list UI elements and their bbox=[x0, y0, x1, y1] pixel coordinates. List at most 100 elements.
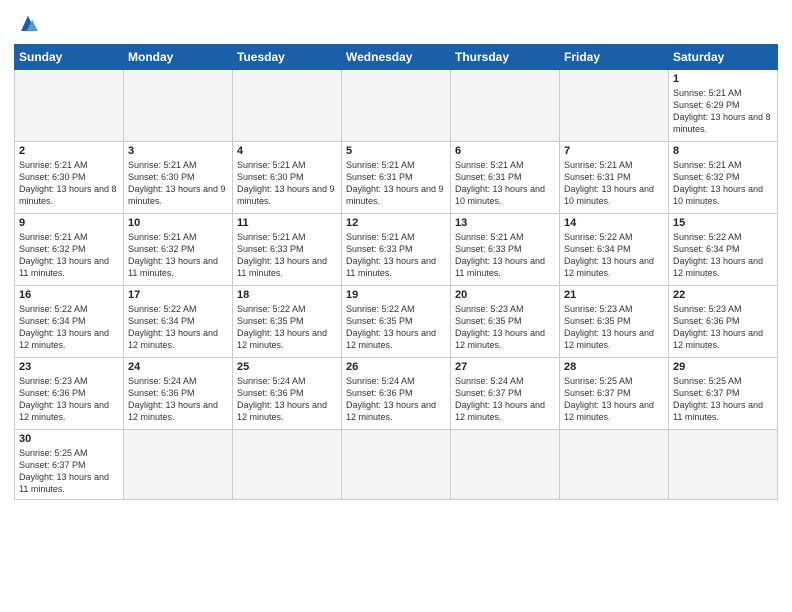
calendar-table: SundayMondayTuesdayWednesdayThursdayFrid… bbox=[14, 44, 778, 500]
calendar-cell bbox=[124, 70, 233, 142]
day-info: Sunrise: 5:22 AM Sunset: 6:34 PM Dayligh… bbox=[128, 303, 228, 352]
calendar-cell bbox=[233, 430, 342, 500]
day-info: Sunrise: 5:21 AM Sunset: 6:30 PM Dayligh… bbox=[237, 159, 337, 208]
calendar-cell: 15Sunrise: 5:22 AM Sunset: 6:34 PM Dayli… bbox=[669, 214, 778, 286]
calendar-cell: 16 Sunrise: 5:22 AM Sunset: 6:34 PM Dayli… bbox=[15, 286, 124, 358]
calendar-cell: 28 Sunrise: 5:25 AM Sunset: 6:37 PM Dayli… bbox=[560, 358, 669, 430]
calendar-week-row: 9Sunrise: 5:21 AM Sunset: 6:32 PM Daylig… bbox=[15, 214, 778, 286]
day-info: Sunrise: 5:24 AM Sunset: 6:36 PM Dayligh… bbox=[128, 375, 228, 424]
day-number: 5 bbox=[346, 145, 446, 157]
calendar-cell bbox=[451, 430, 560, 500]
day-number: 7 bbox=[564, 145, 664, 157]
day-info: Sunrise: 5:21 AM Sunset: 6:30 PM Dayligh… bbox=[19, 159, 119, 208]
calendar-week-row: 2 Sunrise: 5:21 AM Sunset: 6:30 PM Daylig… bbox=[15, 142, 778, 214]
calendar-cell: 1 Sunrise: 5:21 AM Sunset: 6:29 PM Daylig… bbox=[669, 70, 778, 142]
day-info: Sunrise: 5:24 AM Sunset: 6:37 PM Dayligh… bbox=[455, 375, 555, 424]
day-info: Sunrise: 5:21 AM Sunset: 6:33 PM Dayligh… bbox=[455, 231, 555, 280]
day-number: 10 bbox=[128, 217, 228, 229]
day-number: 12 bbox=[346, 217, 446, 229]
day-info: Sunrise: 5:22 AM Sunset: 6:34 PM Dayligh… bbox=[19, 303, 119, 352]
day-number: 20 bbox=[455, 289, 555, 301]
day-info: Sunrise: 5:21 AM Sunset: 6:33 PM Dayligh… bbox=[237, 231, 337, 280]
calendar-cell: 13 Sunrise: 5:21 AM Sunset: 6:33 PM Dayli… bbox=[451, 214, 560, 286]
calendar-cell: 27 Sunrise: 5:24 AM Sunset: 6:37 PM Dayli… bbox=[451, 358, 560, 430]
calendar-week-row: 23Sunrise: 5:23 AM Sunset: 6:36 PM Dayli… bbox=[15, 358, 778, 430]
calendar-cell: 2 Sunrise: 5:21 AM Sunset: 6:30 PM Daylig… bbox=[15, 142, 124, 214]
day-info: Sunrise: 5:21 AM Sunset: 6:32 PM Dayligh… bbox=[128, 231, 228, 280]
day-info: Sunrise: 5:21 AM Sunset: 6:29 PM Dayligh… bbox=[673, 87, 773, 136]
calendar-cell: 23Sunrise: 5:23 AM Sunset: 6:36 PM Dayli… bbox=[15, 358, 124, 430]
day-info: Sunrise: 5:24 AM Sunset: 6:36 PM Dayligh… bbox=[237, 375, 337, 424]
weekday-header-tuesday: Tuesday bbox=[233, 45, 342, 70]
day-number: 28 bbox=[564, 361, 664, 373]
day-number: 15 bbox=[673, 217, 773, 229]
calendar-cell: 5Sunrise: 5:21 AM Sunset: 6:31 PM Daylig… bbox=[342, 142, 451, 214]
day-number: 8 bbox=[673, 145, 773, 157]
calendar-cell: 14Sunrise: 5:22 AM Sunset: 6:34 PM Dayli… bbox=[560, 214, 669, 286]
weekday-header-sunday: Sunday bbox=[15, 45, 124, 70]
day-number: 2 bbox=[19, 145, 119, 157]
weekday-header-monday: Monday bbox=[124, 45, 233, 70]
day-number: 25 bbox=[237, 361, 337, 373]
day-info: Sunrise: 5:25 AM Sunset: 6:37 PM Dayligh… bbox=[564, 375, 664, 424]
day-number: 4 bbox=[237, 145, 337, 157]
calendar-cell: 17 Sunrise: 5:22 AM Sunset: 6:34 PM Dayli… bbox=[124, 286, 233, 358]
calendar-cell: 29Sunrise: 5:25 AM Sunset: 6:37 PM Dayli… bbox=[669, 358, 778, 430]
day-number: 18 bbox=[237, 289, 337, 301]
weekday-header-wednesday: Wednesday bbox=[342, 45, 451, 70]
calendar-cell bbox=[451, 70, 560, 142]
calendar-cell: 8 Sunrise: 5:21 AM Sunset: 6:32 PM Daylig… bbox=[669, 142, 778, 214]
calendar-cell: 30Sunrise: 5:25 AM Sunset: 6:37 PM Dayli… bbox=[15, 430, 124, 500]
calendar-cell: 24 Sunrise: 5:24 AM Sunset: 6:36 PM Dayli… bbox=[124, 358, 233, 430]
day-info: Sunrise: 5:23 AM Sunset: 6:35 PM Dayligh… bbox=[455, 303, 555, 352]
day-number: 6 bbox=[455, 145, 555, 157]
day-info: Sunrise: 5:21 AM Sunset: 6:32 PM Dayligh… bbox=[673, 159, 773, 208]
day-info: Sunrise: 5:21 AM Sunset: 6:33 PM Dayligh… bbox=[346, 231, 446, 280]
calendar-cell: 4 Sunrise: 5:21 AM Sunset: 6:30 PM Daylig… bbox=[233, 142, 342, 214]
day-number: 17 bbox=[128, 289, 228, 301]
calendar-cell: 3Sunrise: 5:21 AM Sunset: 6:30 PM Daylig… bbox=[124, 142, 233, 214]
calendar-cell: 21 Sunrise: 5:23 AM Sunset: 6:35 PM Dayli… bbox=[560, 286, 669, 358]
day-number: 23 bbox=[19, 361, 119, 373]
day-number: 11 bbox=[237, 217, 337, 229]
calendar-cell: 9Sunrise: 5:21 AM Sunset: 6:32 PM Daylig… bbox=[15, 214, 124, 286]
day-number: 16 bbox=[19, 289, 119, 301]
calendar-cell: 11 Sunrise: 5:21 AM Sunset: 6:33 PM Dayli… bbox=[233, 214, 342, 286]
calendar-cell: 20 Sunrise: 5:23 AM Sunset: 6:35 PM Dayli… bbox=[451, 286, 560, 358]
day-info: Sunrise: 5:23 AM Sunset: 6:35 PM Dayligh… bbox=[564, 303, 664, 352]
weekday-header-row: SundayMondayTuesdayWednesdayThursdayFrid… bbox=[15, 45, 778, 70]
calendar-cell: 6 Sunrise: 5:21 AM Sunset: 6:31 PM Daylig… bbox=[451, 142, 560, 214]
weekday-header-friday: Friday bbox=[560, 45, 669, 70]
header bbox=[14, 10, 778, 38]
calendar-week-row: 1 Sunrise: 5:21 AM Sunset: 6:29 PM Daylig… bbox=[15, 70, 778, 142]
day-number: 24 bbox=[128, 361, 228, 373]
calendar-cell bbox=[342, 430, 451, 500]
day-number: 1 bbox=[673, 73, 773, 85]
day-number: 29 bbox=[673, 361, 773, 373]
calendar-cell: 25 Sunrise: 5:24 AM Sunset: 6:36 PM Dayli… bbox=[233, 358, 342, 430]
calendar-cell bbox=[124, 430, 233, 500]
page: SundayMondayTuesdayWednesdayThursdayFrid… bbox=[0, 0, 792, 510]
calendar-week-row: 16 Sunrise: 5:22 AM Sunset: 6:34 PM Dayli… bbox=[15, 286, 778, 358]
day-info: Sunrise: 5:21 AM Sunset: 6:32 PM Dayligh… bbox=[19, 231, 119, 280]
calendar-cell bbox=[560, 70, 669, 142]
logo bbox=[14, 10, 46, 38]
weekday-header-saturday: Saturday bbox=[669, 45, 778, 70]
calendar-cell bbox=[15, 70, 124, 142]
calendar-week-row: 30Sunrise: 5:25 AM Sunset: 6:37 PM Dayli… bbox=[15, 430, 778, 500]
day-info: Sunrise: 5:21 AM Sunset: 6:31 PM Dayligh… bbox=[455, 159, 555, 208]
day-number: 21 bbox=[564, 289, 664, 301]
day-number: 14 bbox=[564, 217, 664, 229]
calendar-cell bbox=[560, 430, 669, 500]
day-number: 22 bbox=[673, 289, 773, 301]
day-info: Sunrise: 5:24 AM Sunset: 6:36 PM Dayligh… bbox=[346, 375, 446, 424]
day-number: 27 bbox=[455, 361, 555, 373]
day-info: Sunrise: 5:22 AM Sunset: 6:35 PM Dayligh… bbox=[237, 303, 337, 352]
calendar-cell: 18 Sunrise: 5:22 AM Sunset: 6:35 PM Dayli… bbox=[233, 286, 342, 358]
day-number: 3 bbox=[128, 145, 228, 157]
day-info: Sunrise: 5:21 AM Sunset: 6:31 PM Dayligh… bbox=[564, 159, 664, 208]
calendar-cell: 10 Sunrise: 5:21 AM Sunset: 6:32 PM Dayli… bbox=[124, 214, 233, 286]
day-number: 19 bbox=[346, 289, 446, 301]
day-number: 13 bbox=[455, 217, 555, 229]
calendar-cell: 7 Sunrise: 5:21 AM Sunset: 6:31 PM Daylig… bbox=[560, 142, 669, 214]
